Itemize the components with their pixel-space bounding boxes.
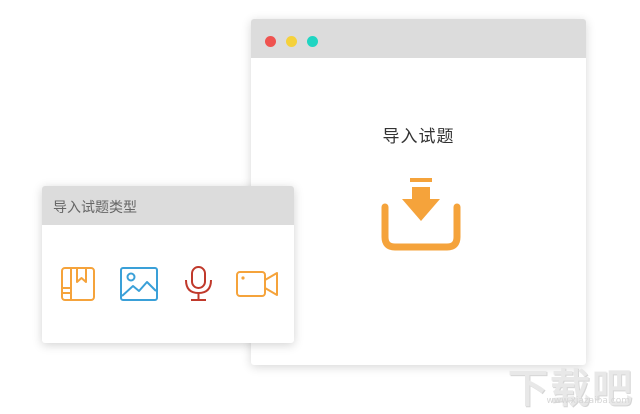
close-window-button[interactable]	[265, 36, 276, 47]
window-titlebar	[251, 19, 586, 58]
site-watermark: 下载吧 www.xiazaiba.com	[502, 356, 634, 412]
import-window: 导入试题	[251, 19, 586, 365]
image-icon[interactable]	[118, 266, 162, 302]
microphone-icon[interactable]	[177, 266, 221, 302]
document-icon[interactable]	[57, 266, 101, 302]
download-tray-icon[interactable]	[380, 175, 462, 253]
types-panel-title: 导入试题类型	[53, 200, 137, 216]
video-camera-icon[interactable]	[235, 266, 279, 302]
watermark-url: www.xiazaiba.com	[546, 396, 630, 406]
import-title: 导入试题	[382, 127, 455, 147]
maximize-window-button[interactable]	[307, 36, 318, 47]
types-panel-header: 导入试题类型	[42, 186, 294, 225]
import-types-panel: 导入试题类型	[42, 186, 294, 343]
minimize-window-button[interactable]	[286, 36, 297, 47]
